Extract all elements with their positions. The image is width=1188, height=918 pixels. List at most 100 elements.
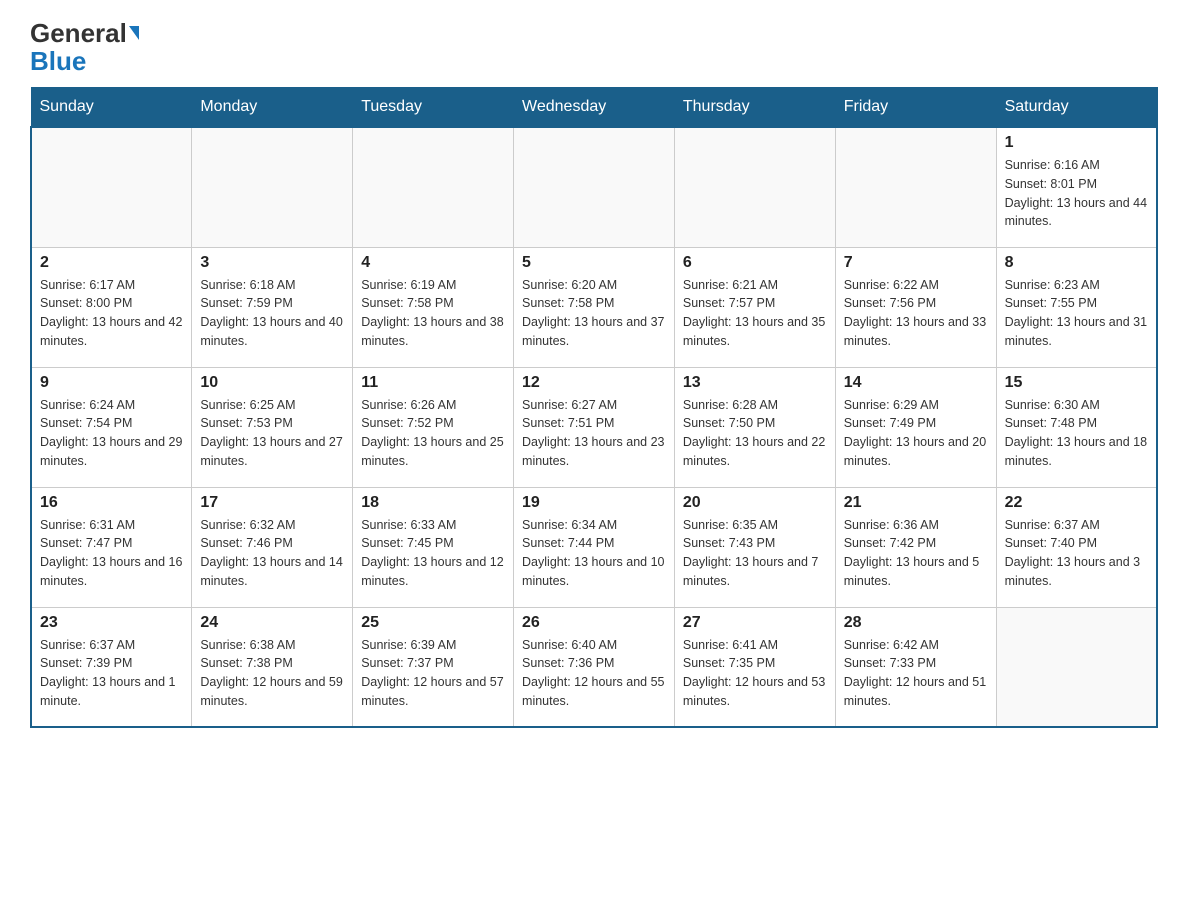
day-number: 21 bbox=[844, 494, 988, 512]
day-number: 3 bbox=[200, 254, 344, 272]
day-info: Sunrise: 6:19 AMSunset: 7:58 PMDaylight:… bbox=[361, 276, 505, 351]
calendar-cell: 21 Sunrise: 6:36 AMSunset: 7:42 PMDayligh… bbox=[835, 487, 996, 607]
day-number: 26 bbox=[522, 614, 666, 632]
day-info: Sunrise: 6:38 AMSunset: 7:38 PMDaylight:… bbox=[200, 636, 344, 711]
calendar-cell: 19 Sunrise: 6:34 AMSunset: 7:44 PMDayligh… bbox=[514, 487, 675, 607]
calendar-week-1: 1Sunrise: 6:16 AMSunset: 8:01 PMDaylight… bbox=[31, 127, 1157, 247]
logo-text-blue: Blue bbox=[30, 46, 86, 77]
calendar-cell: 26 Sunrise: 6:40 AMSunset: 7:36 PMDayligh… bbox=[514, 607, 675, 727]
weekday-header-saturday: Saturday bbox=[996, 88, 1157, 128]
day-number: 8 bbox=[1005, 254, 1148, 272]
day-number: 20 bbox=[683, 494, 827, 512]
calendar-cell: 24 Sunrise: 6:38 AMSunset: 7:38 PMDayligh… bbox=[192, 607, 353, 727]
calendar-cell bbox=[996, 607, 1157, 727]
day-number: 15 bbox=[1005, 374, 1148, 392]
day-info: Sunrise: 6:35 AMSunset: 7:43 PMDaylight:… bbox=[683, 516, 827, 591]
day-number: 18 bbox=[361, 494, 505, 512]
weekday-header-row: SundayMondayTuesdayWednesdayThursdayFrid… bbox=[31, 88, 1157, 128]
day-number: 22 bbox=[1005, 494, 1148, 512]
calendar-cell: 22Sunrise: 6:37 AMSunset: 7:40 PMDayligh… bbox=[996, 487, 1157, 607]
day-info: Sunrise: 6:30 AMSunset: 7:48 PMDaylight:… bbox=[1005, 396, 1148, 471]
weekday-header-friday: Friday bbox=[835, 88, 996, 128]
weekday-header-monday: Monday bbox=[192, 88, 353, 128]
day-info: Sunrise: 6:41 AMSunset: 7:35 PMDaylight:… bbox=[683, 636, 827, 711]
day-info: Sunrise: 6:18 AMSunset: 7:59 PMDaylight:… bbox=[200, 276, 344, 351]
day-number: 6 bbox=[683, 254, 827, 272]
calendar-table: SundayMondayTuesdayWednesdayThursdayFrid… bbox=[30, 87, 1158, 728]
calendar-cell: 25 Sunrise: 6:39 AMSunset: 7:37 PMDayligh… bbox=[353, 607, 514, 727]
calendar-cell: 4 Sunrise: 6:19 AMSunset: 7:58 PMDaylight… bbox=[353, 247, 514, 367]
day-number: 11 bbox=[361, 374, 505, 392]
day-number: 19 bbox=[522, 494, 666, 512]
calendar-cell: 23 Sunrise: 6:37 AMSunset: 7:39 PMDayligh… bbox=[31, 607, 192, 727]
calendar-cell: 15 Sunrise: 6:30 AMSunset: 7:48 PMDayligh… bbox=[996, 367, 1157, 487]
day-info: Sunrise: 6:39 AMSunset: 7:37 PMDaylight:… bbox=[361, 636, 505, 711]
day-info: Sunrise: 6:25 AMSunset: 7:53 PMDaylight:… bbox=[200, 396, 344, 471]
calendar-cell bbox=[192, 127, 353, 247]
day-number: 16 bbox=[40, 494, 183, 512]
day-info: Sunrise: 6:21 AMSunset: 7:57 PMDaylight:… bbox=[683, 276, 827, 351]
calendar-cell: 11 Sunrise: 6:26 AMSunset: 7:52 PMDayligh… bbox=[353, 367, 514, 487]
day-info: Sunrise: 6:27 AMSunset: 7:51 PMDaylight:… bbox=[522, 396, 666, 471]
calendar-cell: 13 Sunrise: 6:28 AMSunset: 7:50 PMDayligh… bbox=[674, 367, 835, 487]
day-number: 24 bbox=[200, 614, 344, 632]
day-number: 13 bbox=[683, 374, 827, 392]
calendar-cell: 17 Sunrise: 6:32 AMSunset: 7:46 PMDayligh… bbox=[192, 487, 353, 607]
calendar-week-3: 9 Sunrise: 6:24 AMSunset: 7:54 PMDaylight… bbox=[31, 367, 1157, 487]
logo-triangle-icon bbox=[129, 26, 139, 40]
day-number: 23 bbox=[40, 614, 183, 632]
weekday-header-sunday: Sunday bbox=[31, 88, 192, 128]
day-number: 4 bbox=[361, 254, 505, 272]
calendar-cell: 20 Sunrise: 6:35 AMSunset: 7:43 PMDayligh… bbox=[674, 487, 835, 607]
weekday-header-wednesday: Wednesday bbox=[514, 88, 675, 128]
calendar-cell: 18 Sunrise: 6:33 AMSunset: 7:45 PMDayligh… bbox=[353, 487, 514, 607]
calendar-cell: 1Sunrise: 6:16 AMSunset: 8:01 PMDaylight… bbox=[996, 127, 1157, 247]
day-number: 12 bbox=[522, 374, 666, 392]
day-info: Sunrise: 6:16 AMSunset: 8:01 PMDaylight:… bbox=[1005, 156, 1148, 231]
calendar-cell: 16 Sunrise: 6:31 AMSunset: 7:47 PMDayligh… bbox=[31, 487, 192, 607]
calendar-cell bbox=[835, 127, 996, 247]
day-info: Sunrise: 6:17 AMSunset: 8:00 PMDaylight:… bbox=[40, 276, 183, 351]
logo: General Blue bbox=[30, 20, 139, 77]
calendar-cell: 10 Sunrise: 6:25 AMSunset: 7:53 PMDayligh… bbox=[192, 367, 353, 487]
calendar-cell bbox=[514, 127, 675, 247]
calendar-week-4: 16 Sunrise: 6:31 AMSunset: 7:47 PMDayligh… bbox=[31, 487, 1157, 607]
page-header: General Blue bbox=[30, 20, 1158, 77]
weekday-header-tuesday: Tuesday bbox=[353, 88, 514, 128]
day-info: Sunrise: 6:40 AMSunset: 7:36 PMDaylight:… bbox=[522, 636, 666, 711]
day-number: 17 bbox=[200, 494, 344, 512]
calendar-week-5: 23 Sunrise: 6:37 AMSunset: 7:39 PMDayligh… bbox=[31, 607, 1157, 727]
day-info: Sunrise: 6:37 AMSunset: 7:39 PMDaylight:… bbox=[40, 636, 183, 711]
day-info: Sunrise: 6:29 AMSunset: 7:49 PMDaylight:… bbox=[844, 396, 988, 471]
day-info: Sunrise: 6:33 AMSunset: 7:45 PMDaylight:… bbox=[361, 516, 505, 591]
calendar-cell: 9 Sunrise: 6:24 AMSunset: 7:54 PMDaylight… bbox=[31, 367, 192, 487]
calendar-cell: 7Sunrise: 6:22 AMSunset: 7:56 PMDaylight… bbox=[835, 247, 996, 367]
day-info: Sunrise: 6:23 AMSunset: 7:55 PMDaylight:… bbox=[1005, 276, 1148, 351]
day-info: Sunrise: 6:28 AMSunset: 7:50 PMDaylight:… bbox=[683, 396, 827, 471]
calendar-cell: 6 Sunrise: 6:21 AMSunset: 7:57 PMDaylight… bbox=[674, 247, 835, 367]
calendar-cell: 14Sunrise: 6:29 AMSunset: 7:49 PMDayligh… bbox=[835, 367, 996, 487]
calendar-cell: 8 Sunrise: 6:23 AMSunset: 7:55 PMDaylight… bbox=[996, 247, 1157, 367]
day-info: Sunrise: 6:34 AMSunset: 7:44 PMDaylight:… bbox=[522, 516, 666, 591]
calendar-cell: 12 Sunrise: 6:27 AMSunset: 7:51 PMDayligh… bbox=[514, 367, 675, 487]
day-number: 7 bbox=[844, 254, 988, 272]
calendar-cell: 27Sunrise: 6:41 AMSunset: 7:35 PMDayligh… bbox=[674, 607, 835, 727]
day-number: 10 bbox=[200, 374, 344, 392]
calendar-cell: 3 Sunrise: 6:18 AMSunset: 7:59 PMDaylight… bbox=[192, 247, 353, 367]
calendar-cell bbox=[353, 127, 514, 247]
weekday-header-thursday: Thursday bbox=[674, 88, 835, 128]
day-info: Sunrise: 6:20 AMSunset: 7:58 PMDaylight:… bbox=[522, 276, 666, 351]
day-info: Sunrise: 6:32 AMSunset: 7:46 PMDaylight:… bbox=[200, 516, 344, 591]
calendar-cell: 28Sunrise: 6:42 AMSunset: 7:33 PMDayligh… bbox=[835, 607, 996, 727]
day-number: 25 bbox=[361, 614, 505, 632]
day-info: Sunrise: 6:36 AMSunset: 7:42 PMDaylight:… bbox=[844, 516, 988, 591]
calendar-cell: 2Sunrise: 6:17 AMSunset: 8:00 PMDaylight… bbox=[31, 247, 192, 367]
day-info: Sunrise: 6:31 AMSunset: 7:47 PMDaylight:… bbox=[40, 516, 183, 591]
calendar-cell bbox=[674, 127, 835, 247]
day-number: 9 bbox=[40, 374, 183, 392]
calendar-week-2: 2Sunrise: 6:17 AMSunset: 8:00 PMDaylight… bbox=[31, 247, 1157, 367]
calendar-cell bbox=[31, 127, 192, 247]
day-info: Sunrise: 6:26 AMSunset: 7:52 PMDaylight:… bbox=[361, 396, 505, 471]
day-info: Sunrise: 6:24 AMSunset: 7:54 PMDaylight:… bbox=[40, 396, 183, 471]
day-number: 28 bbox=[844, 614, 988, 632]
